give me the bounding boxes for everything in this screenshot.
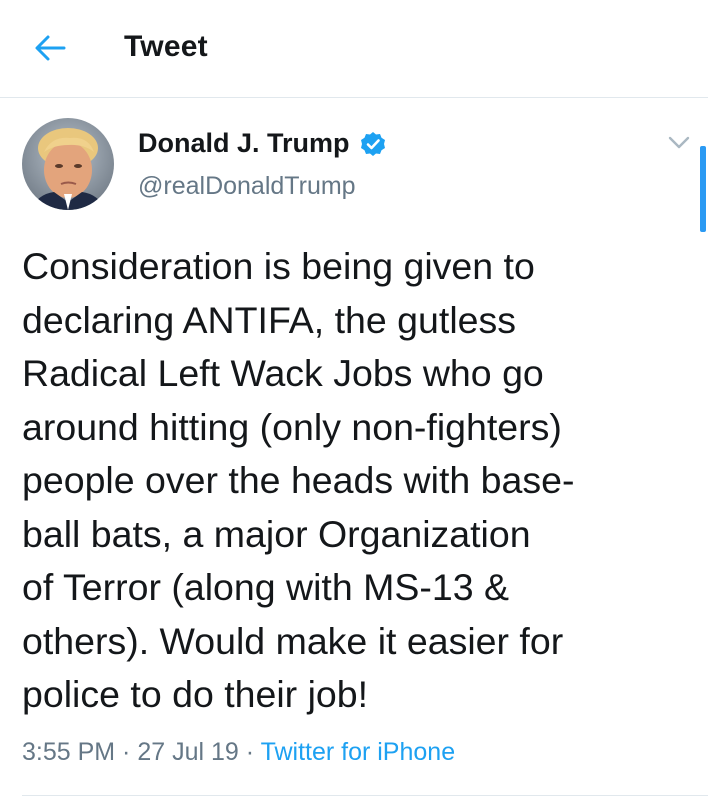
meta-separator: · [238,738,261,766]
tweet-text-line: Consideration is being given to [22,245,535,287]
verified-badge-icon [360,131,386,157]
tweet-menu-button[interactable] [664,134,694,156]
tweet-metadata: 3:55 PM · 27 Jul 19 · Twitter for iPhone [22,738,455,767]
chevron-down-icon [668,136,690,155]
tweet-text-line: around hitting (only non-fighters) [22,405,562,448]
tweet-text-line: people over the heads with base- [22,459,575,501]
avatar[interactable] [22,118,114,210]
tweet-text-line: police to do their job! [22,673,369,715]
author-name-label: Donald J. Trump [138,128,350,158]
tweet-text: Consideration is being given to declarin… [22,240,692,722]
divider [22,795,708,796]
back-arrow-icon [34,34,66,67]
tweet-source-link[interactable]: Twitter for iPhone [261,738,456,766]
tweet-text-line: others). Would make it easier for [22,619,564,662]
tweet-time: 3:55 PM [22,738,116,766]
tweet-text-line: declaring ANTIFA, the gutless [22,298,517,341]
back-button[interactable] [28,32,72,68]
tweet-date: 27 Jul 19 [137,738,239,766]
top-app-bar: Tweet [0,0,708,98]
tweet-text-line: ball bats, a major Organization [22,512,531,555]
meta-separator: · [115,738,138,766]
tweet-text-line: of Terror (along with MS-13 & [22,566,510,608]
page-title: Tweet [124,30,208,63]
author-handle[interactable]: @realDonaldTrump [138,172,356,201]
scrollbar[interactable] [700,146,706,232]
tweet-text-line: Radical Left Wack Jobs who go [22,352,544,394]
author-name[interactable]: Donald J. Trump [138,128,386,159]
